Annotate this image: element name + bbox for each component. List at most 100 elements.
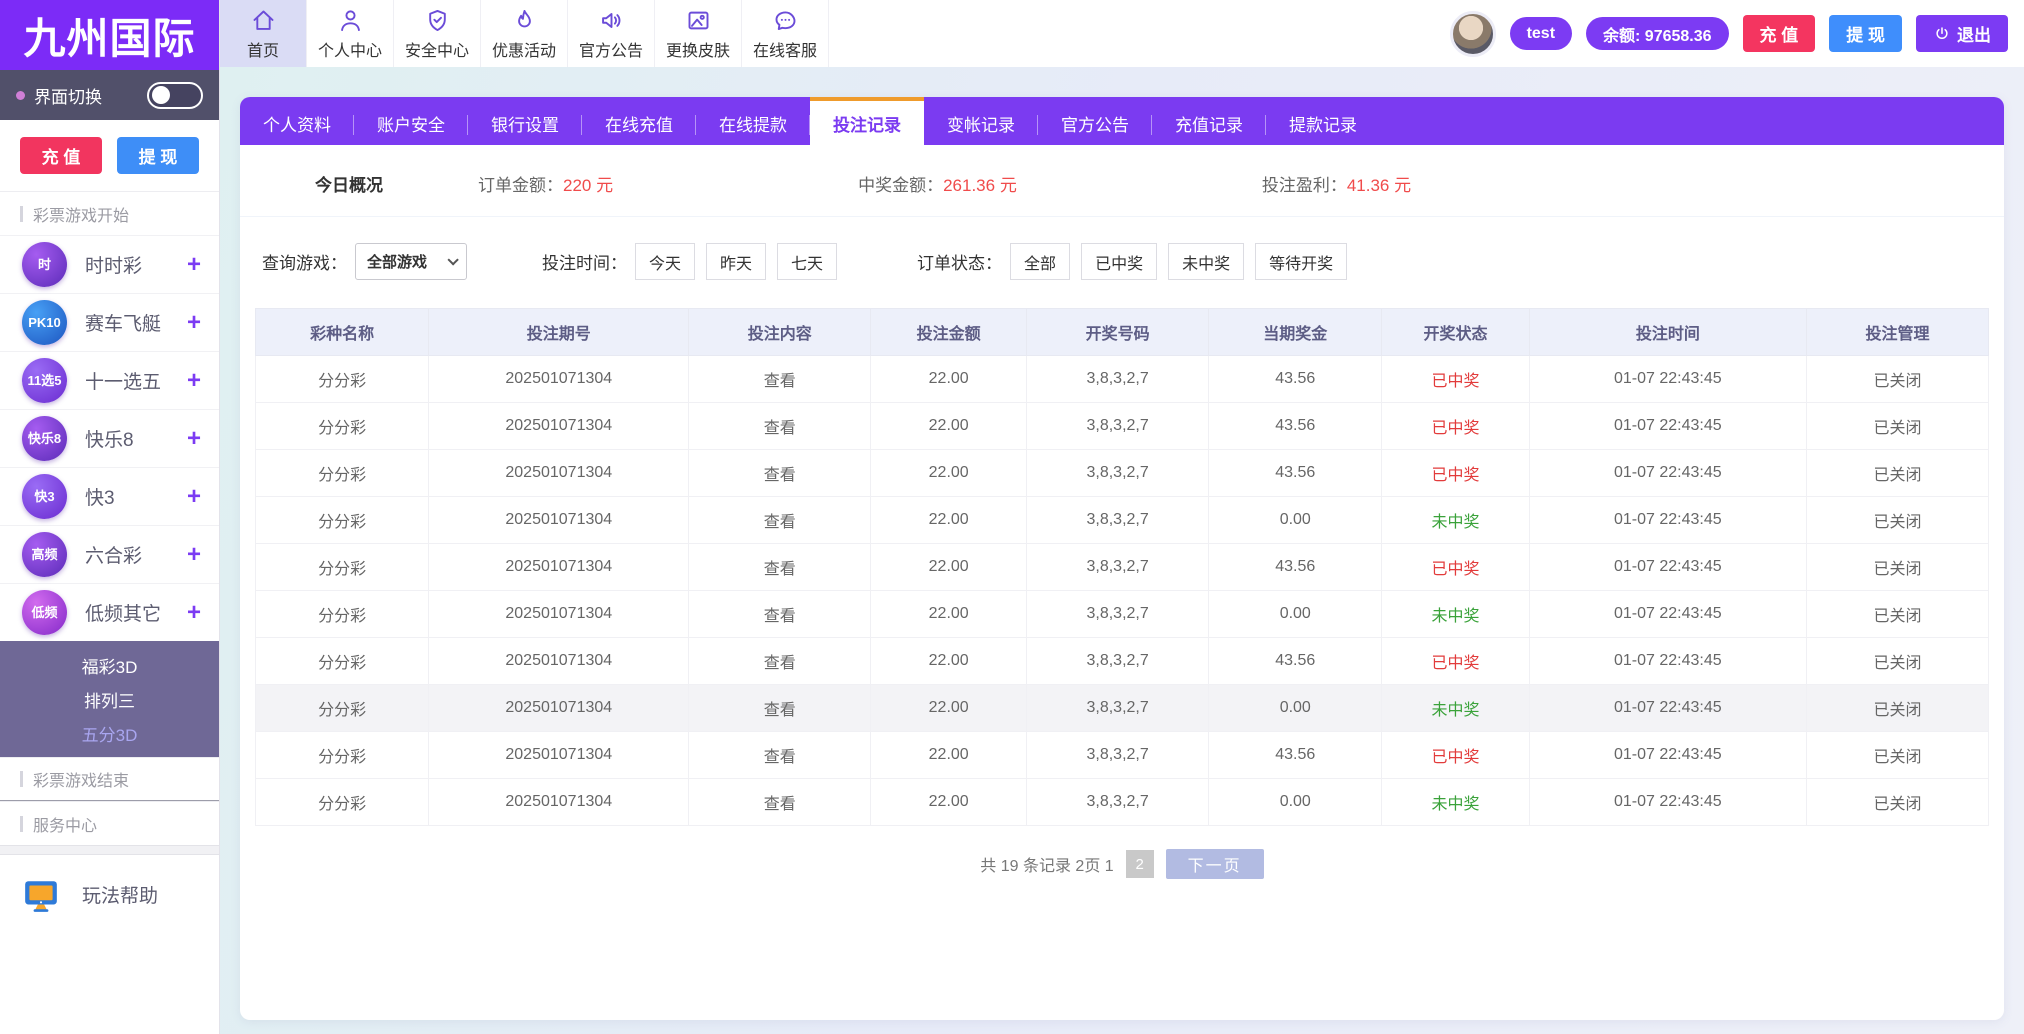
- cell-manage: 已关闭: [1806, 732, 1988, 779]
- interface-toggle-switch[interactable]: [147, 82, 203, 109]
- view-link[interactable]: 查看: [764, 514, 796, 531]
- status-filter-button[interactable]: 等待开奖: [1255, 243, 1347, 280]
- username-badge[interactable]: test: [1510, 17, 1572, 50]
- expand-plus-icon[interactable]: +: [187, 425, 201, 453]
- tab[interactable]: 充值记录: [1152, 97, 1266, 145]
- status-badge: 已中奖: [1432, 420, 1480, 437]
- view-link[interactable]: 查看: [764, 702, 796, 719]
- submenu-item[interactable]: 五分3D: [0, 716, 219, 750]
- submenu-item[interactable]: 排列三: [0, 682, 219, 716]
- cell-amount: 22.00: [871, 403, 1027, 450]
- table-header-cell: 投注内容: [689, 309, 871, 356]
- tab[interactable]: 在线充值: [582, 97, 696, 145]
- sidebar-game-item[interactable]: 11选5 十一选五 +: [0, 351, 219, 409]
- tab[interactable]: 变帐记录: [924, 97, 1038, 145]
- game-badge-icon: 低频: [22, 590, 67, 635]
- sidebar-game-item[interactable]: 时 时时彩 +: [0, 235, 219, 293]
- nav-item[interactable]: 优惠活动: [481, 0, 568, 67]
- status-badge: 未中奖: [1432, 796, 1480, 813]
- sidebar-game-item[interactable]: 快乐8 快乐8 +: [0, 409, 219, 467]
- view-link[interactable]: 查看: [764, 467, 796, 484]
- expand-plus-icon[interactable]: +: [187, 483, 201, 511]
- time-filter-button[interactable]: 七天: [777, 243, 837, 280]
- tab[interactable]: 银行设置: [468, 97, 582, 145]
- bet-records-table: 彩种名称投注期号投注内容投注金额开奖号码当期奖金开奖状态投注时间投注管理 分分彩…: [255, 308, 1989, 826]
- status-filter-button[interactable]: 已中奖: [1081, 243, 1157, 280]
- cell-period: 202501071304: [429, 638, 689, 685]
- game-label: 快乐8: [85, 425, 169, 452]
- filter-row: 查询游戏： 全部游戏 投注时间： 今天昨天七天 订单状态： 全部已中奖未中奖等待…: [240, 217, 2004, 308]
- status-filter-button[interactable]: 全部: [1010, 243, 1070, 280]
- game-select[interactable]: 全部游戏: [355, 243, 467, 280]
- flame-icon: [511, 7, 538, 34]
- cell-content: 查看: [689, 732, 871, 779]
- table-header-cell: 投注时间: [1529, 309, 1806, 356]
- sidebar-game-item[interactable]: 低频 低频其它 +: [0, 583, 219, 641]
- cell-period: 202501071304: [429, 591, 689, 638]
- view-link[interactable]: 查看: [764, 655, 796, 672]
- status-filter-button[interactable]: 未中奖: [1168, 243, 1244, 280]
- nav-item[interactable]: 安全中心: [394, 0, 481, 67]
- logout-button[interactable]: 退出: [1916, 15, 2008, 52]
- expand-plus-icon[interactable]: +: [187, 541, 201, 569]
- view-link[interactable]: 查看: [764, 373, 796, 390]
- table-header-cell: 投注管理: [1806, 309, 1988, 356]
- table-row: 分分彩 202501071304 查看 22.00 3,8,3,2,7 43.5…: [256, 638, 1989, 685]
- cell-status: 已中奖: [1382, 403, 1529, 450]
- status-badge: 已中奖: [1432, 373, 1480, 390]
- low-freq-submenu: 福彩3D排列三五分3D: [0, 641, 219, 757]
- cell-manage: 已关闭: [1806, 638, 1988, 685]
- status-badge: 未中奖: [1432, 514, 1480, 531]
- expand-plus-icon[interactable]: +: [187, 367, 201, 395]
- submenu-item[interactable]: 福彩3D: [0, 648, 219, 682]
- nav-item[interactable]: 官方公告: [568, 0, 655, 67]
- avatar[interactable]: [1450, 11, 1496, 57]
- tab[interactable]: 账户安全: [354, 97, 468, 145]
- pagination: 共 19 条记录 2页 1 2 下一页: [240, 826, 2004, 902]
- withdraw-button[interactable]: 提 现: [1829, 15, 1902, 52]
- tab[interactable]: 个人资料: [240, 97, 354, 145]
- cell-game: 分分彩: [256, 685, 429, 732]
- next-page-button[interactable]: 下一页: [1166, 849, 1264, 879]
- game-badge-icon: PK10: [22, 300, 67, 345]
- table-row: 分分彩 202501071304 查看 22.00 3,8,3,2,7 0.00…: [256, 779, 1989, 826]
- tab[interactable]: 提款记录: [1266, 97, 1380, 145]
- cell-numbers: 3,8,3,2,7: [1027, 732, 1209, 779]
- sidebar-help-item[interactable]: 玩法帮助: [0, 855, 219, 933]
- nav-item-label: 个人中心: [318, 37, 382, 61]
- time-filter-button[interactable]: 昨天: [706, 243, 766, 280]
- time-filter-button[interactable]: 今天: [635, 243, 695, 280]
- game-menu: 时 时时彩 + PK10 赛车飞艇 + 11选5 十一选五 + 快乐8 快乐8 …: [0, 235, 219, 641]
- expand-plus-icon[interactable]: +: [187, 599, 201, 627]
- cell-numbers: 3,8,3,2,7: [1027, 356, 1209, 403]
- sidebar-withdraw-button[interactable]: 提 现: [117, 137, 199, 174]
- nav-item[interactable]: 更换皮肤: [655, 0, 742, 67]
- cell-status: 已中奖: [1382, 450, 1529, 497]
- nav-item-label: 官方公告: [579, 37, 643, 61]
- tab[interactable]: 投注记录: [810, 97, 924, 145]
- view-link[interactable]: 查看: [764, 608, 796, 625]
- page-2-button[interactable]: 2: [1126, 850, 1154, 878]
- sidebar-recharge-button[interactable]: 充 值: [20, 137, 102, 174]
- cell-content: 查看: [689, 356, 871, 403]
- recharge-button[interactable]: 充 值: [1743, 15, 1816, 52]
- view-link[interactable]: 查看: [764, 796, 796, 813]
- view-link[interactable]: 查看: [764, 561, 796, 578]
- sidebar-game-item[interactable]: 高频 六合彩 +: [0, 525, 219, 583]
- expand-plus-icon[interactable]: +: [187, 309, 201, 337]
- sidebar-game-item[interactable]: 快3 快3 +: [0, 467, 219, 525]
- game-label: 时时彩: [85, 251, 169, 278]
- nav-item[interactable]: 首页: [220, 0, 307, 67]
- tab[interactable]: 在线提款: [696, 97, 810, 145]
- view-link[interactable]: 查看: [764, 749, 796, 766]
- sidebar-game-item[interactable]: PK10 赛车飞艇 +: [0, 293, 219, 351]
- nav-item[interactable]: 个人中心: [307, 0, 394, 67]
- cell-manage: 已关闭: [1806, 403, 1988, 450]
- nav-item[interactable]: 在线客服: [742, 0, 829, 67]
- interface-toggle-label: 界面切换: [34, 83, 102, 108]
- tab[interactable]: 官方公告: [1038, 97, 1152, 145]
- cell-manage: 已关闭: [1806, 497, 1988, 544]
- view-link[interactable]: 查看: [764, 420, 796, 437]
- content-card: 个人资料账户安全银行设置在线充值在线提款投注记录变帐记录官方公告充值记录提款记录…: [240, 97, 2004, 1020]
- expand-plus-icon[interactable]: +: [187, 251, 201, 279]
